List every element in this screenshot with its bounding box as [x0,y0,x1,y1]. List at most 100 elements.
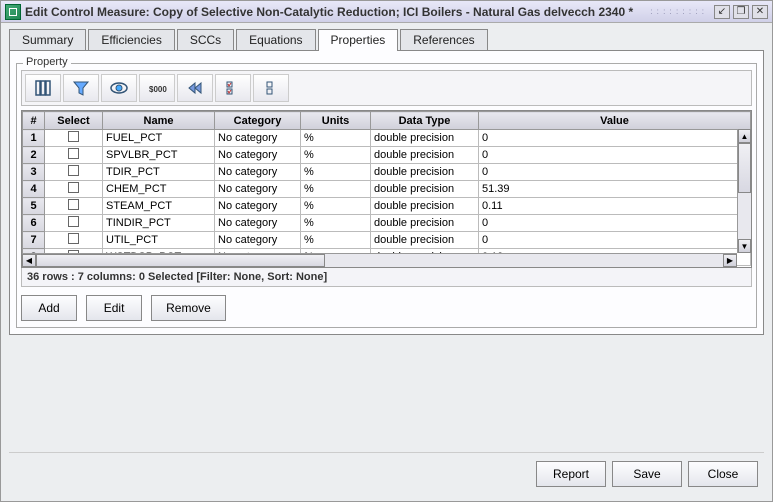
vertical-scrollbar[interactable]: ▲ ▼ [737,129,751,253]
cell-name[interactable]: STEAM_PCT [103,198,215,215]
table-status: 36 rows : 7 columns: 0 Selected [Filter:… [21,268,752,287]
checkbox-icon[interactable] [68,165,79,176]
cell-value[interactable]: 51.39 [479,181,751,198]
col-header-value[interactable]: Value [479,112,751,130]
cell-category[interactable]: No category [215,147,301,164]
close-window-button[interactable]: ✕ [752,5,768,19]
table-row[interactable]: 5 STEAM_PCTNo category%double precision0.… [23,198,751,215]
select-all-icon[interactable] [215,74,251,102]
first-page-icon[interactable] [177,74,213,102]
cell-category[interactable]: No category [215,164,301,181]
cell-name[interactable]: TINDIR_PCT [103,215,215,232]
tab-references[interactable]: References [400,29,487,51]
cell-units[interactable]: % [301,147,371,164]
table-row[interactable]: 6TINDIR_PCTNo category%double precision0 [23,215,751,232]
cell-units[interactable]: % [301,232,371,249]
cell-units[interactable]: % [301,215,371,232]
cell-value[interactable]: 0 [479,215,751,232]
checkbox-icon[interactable] [68,182,79,193]
tab-properties[interactable]: Properties [318,29,399,51]
cell-value[interactable]: 0 [479,232,751,249]
checkbox-icon[interactable] [68,199,79,210]
table-row[interactable]: 4CHEM_PCTNo category%double precision51.… [23,181,751,198]
clear-selection-icon[interactable] [253,74,289,102]
cell-category[interactable]: No category [215,181,301,198]
col-header-units[interactable]: Units [301,112,371,130]
format-icon[interactable]: $000 [139,74,175,102]
table-row[interactable]: 3TDIR_PCTNo category%double precision0 [23,164,751,181]
close-button[interactable]: Close [688,461,758,487]
row-number: 5 [23,198,45,215]
row-number: 1 [23,130,45,147]
cell-value[interactable]: 0 [479,164,751,181]
col-header-num[interactable]: # [23,112,45,130]
cell-units[interactable]: % [301,164,371,181]
cell-datatype[interactable]: double precision [371,215,479,232]
table-row[interactable]: 2SPVLBR_PCTNo category%double precision0 [23,147,751,164]
horizontal-scrollbar[interactable]: ◀ ▶ [22,253,737,267]
col-header-category[interactable]: Category [215,112,301,130]
preview-icon[interactable] [101,74,137,102]
cell-category[interactable]: No category [215,198,301,215]
cell-name[interactable]: UTIL_PCT [103,232,215,249]
cell-value[interactable]: 0 [479,147,751,164]
save-button[interactable]: Save [612,461,682,487]
tab-content: Property $000 [9,50,764,335]
cell-name[interactable]: TDIR_PCT [103,164,215,181]
col-header-name[interactable]: Name [103,112,215,130]
cell-category[interactable]: No category [215,130,301,147]
cell-datatype[interactable]: double precision [371,164,479,181]
checkbox-icon[interactable] [68,216,79,227]
row-select-cell[interactable] [45,130,103,147]
checkbox-icon[interactable] [68,233,79,244]
report-button[interactable]: Report [536,461,606,487]
cell-datatype[interactable]: double precision [371,181,479,198]
iconify-button[interactable]: ↙ [714,5,730,19]
scroll-down-icon[interactable]: ▼ [738,239,751,253]
table-row[interactable]: 7UTIL_PCTNo category%double precision0 [23,232,751,249]
col-header-datatype[interactable]: Data Type [371,112,479,130]
property-group: Property $000 [16,63,757,328]
cell-units[interactable]: % [301,181,371,198]
row-select-cell[interactable] [45,181,103,198]
tab-sccs[interactable]: SCCs [177,29,234,51]
table-row[interactable]: 1 FUEL_PCTNo category%double precision0 [23,130,751,147]
hscroll-thumb[interactable] [36,254,325,267]
tab-equations[interactable]: Equations [236,29,315,51]
col-header-select[interactable]: Select [45,112,103,130]
window-frame: Edit Control Measure: Copy of Selective … [0,0,773,502]
row-select-cell[interactable] [45,198,103,215]
row-select-cell[interactable] [45,147,103,164]
columns-icon[interactable] [25,74,61,102]
checkbox-icon[interactable] [68,131,79,142]
remove-button[interactable]: Remove [151,295,226,321]
cell-datatype[interactable]: double precision [371,198,479,215]
cell-category[interactable]: No category [215,232,301,249]
cell-datatype[interactable]: double precision [371,232,479,249]
cell-name[interactable]: CHEM_PCT [103,181,215,198]
row-select-cell[interactable] [45,164,103,181]
filter-icon[interactable] [63,74,99,102]
cell-units[interactable]: % [301,130,371,147]
cell-name[interactable]: SPVLBR_PCT [103,147,215,164]
cell-datatype[interactable]: double precision [371,147,479,164]
maximize-button[interactable]: ❐ [733,5,749,19]
tab-efficiencies[interactable]: Efficiencies [88,29,174,51]
cell-name[interactable]: FUEL_PCT [103,130,215,147]
checkbox-icon[interactable] [68,148,79,159]
vscroll-thumb[interactable] [738,143,751,193]
tab-summary[interactable]: Summary [9,29,86,51]
cell-value[interactable]: 0 [479,130,751,147]
scroll-left-icon[interactable]: ◀ [22,254,36,267]
add-button[interactable]: Add [21,295,77,321]
cell-value[interactable]: 0.11 [479,198,751,215]
edit-button[interactable]: Edit [86,295,142,321]
cell-category[interactable]: No category [215,215,301,232]
row-select-cell[interactable] [45,232,103,249]
cell-units[interactable]: % [301,198,371,215]
row-select-cell[interactable] [45,215,103,232]
scroll-up-icon[interactable]: ▲ [738,129,751,143]
window-title: Edit Control Measure: Copy of Selective … [25,5,644,19]
scroll-right-icon[interactable]: ▶ [723,254,737,267]
cell-datatype[interactable]: double precision [371,130,479,147]
